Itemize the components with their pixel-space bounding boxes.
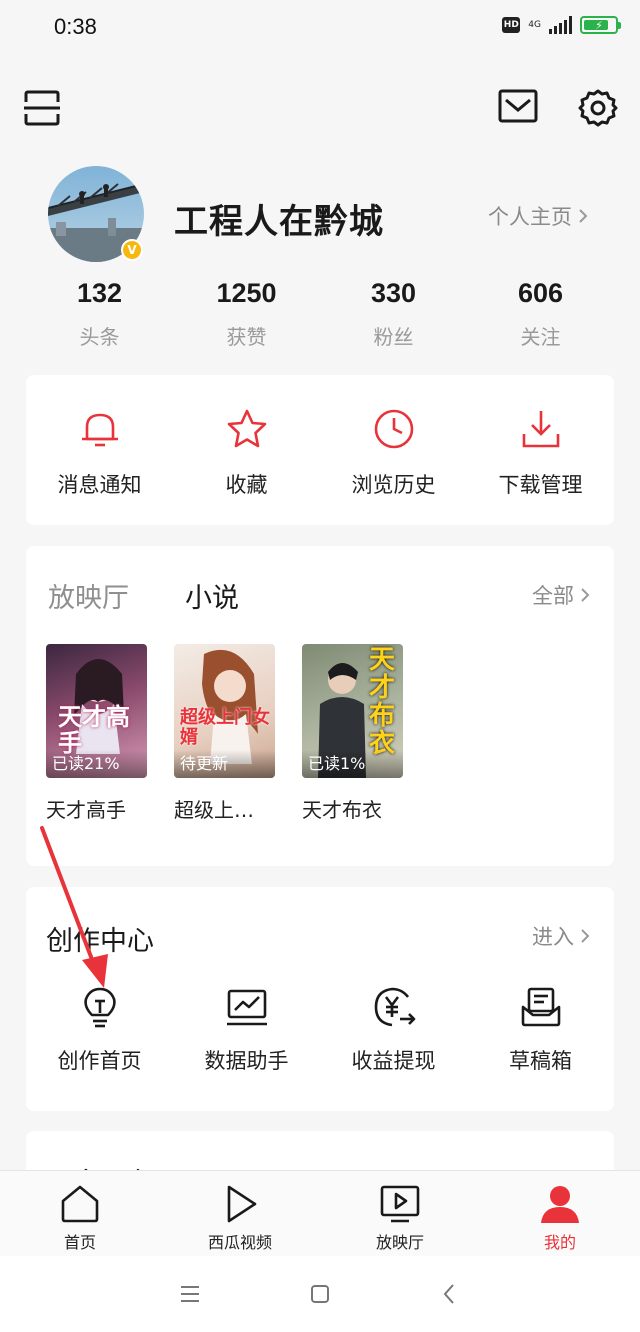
quick-action-label: 收藏 [225,473,268,497]
stat-fans[interactable]: 330 粉丝 [320,278,467,350]
system-nav-bar [0,1256,640,1332]
book-cover: 超级上门女婿 待更新 [174,644,275,778]
back-icon[interactable] [437,1281,463,1307]
reading-progress: 待更新 [174,750,275,778]
tab-theater[interactable]: 放映厅 [320,1171,480,1256]
book-title: 天才布衣 [302,798,382,822]
book-list: 天才高手 已读21% 天才高手 超级上门女婿 待更新 超级上… 天才布衣 已读1… [46,644,403,823]
homepage-link[interactable]: 个人主页 [488,201,588,231]
network-type: 4G [528,19,541,30]
quick-action-label: 浏览历史 [351,473,436,497]
creation-label: 收益提现 [351,1049,436,1073]
tv-play-icon [380,1185,420,1223]
book-title: 天才高手 [46,798,126,822]
book-title: 超级上… [174,798,254,822]
all-link[interactable]: 全部 [532,580,590,610]
cover-text: 天才布衣 [369,645,396,759]
cover-text: 天才高手 [58,703,130,757]
creation-center-card: 创作中心 进入 创作首页 数据助手 收益提现 草稿箱 [26,887,614,1111]
mail-icon[interactable] [498,88,538,124]
chevron-right-icon [579,209,588,223]
tab-label: 西瓜视频 [207,1233,272,1252]
signal-icon [549,16,572,34]
hd-badge: HD [502,17,521,33]
reading-progress: 已读21% [46,750,147,778]
stat-following[interactable]: 606 关注 [467,278,614,350]
creation-data-assistant[interactable]: 数据助手 [173,985,320,1075]
person-icon [541,1186,579,1223]
book-cover: 天才高手 已读21% [46,644,147,778]
stat-label: 粉丝 [373,325,414,349]
enter-link-label: 进入 [532,925,574,949]
gear-icon[interactable] [578,88,618,128]
scan-icon[interactable] [24,90,60,126]
draft-box-icon [521,987,560,1027]
stat-label: 关注 [520,325,561,349]
stat-value: 330 [370,278,417,308]
star-icon [227,409,266,448]
download-icon [522,411,559,448]
stat-label: 获赞 [226,325,267,349]
book-cover: 天才布衣 已读1% [302,644,403,778]
quick-action-notifications[interactable]: 消息通知 [26,407,173,499]
lightbulb-icon [83,987,116,1028]
tab-label: 首页 [63,1233,96,1252]
quick-action-history[interactable]: 浏览历史 [320,407,467,499]
stat-value: 132 [76,278,123,308]
menu-icon[interactable] [177,1281,203,1307]
stat-label: 头条 [79,325,120,349]
tab-theater[interactable]: 放映厅 [48,576,129,615]
clock-icon [374,409,413,449]
profile-stats: 132 头条 1250 获赞 330 粉丝 606 关注 [26,278,614,350]
stat-likes[interactable]: 1250 获赞 [173,278,320,350]
creation-label: 草稿箱 [509,1049,572,1073]
homepage-link-label: 个人主页 [488,205,572,229]
chevron-right-icon [581,588,590,602]
stat-posts[interactable]: 132 头条 [26,278,173,350]
book-item[interactable]: 天才布衣 已读1% 天才布衣 [302,644,403,823]
bell-icon [81,413,118,447]
tab-home[interactable]: 首页 [0,1171,160,1256]
battery-icon: ⚡ [580,16,621,34]
yuan-withdraw-icon [374,987,415,1027]
media-card: 放映厅 小说 全部 天才高手 已读21% 天才高手 超级上门女婿 待更新 超级上… [26,546,614,866]
creation-drafts[interactable]: 草稿箱 [467,985,614,1075]
creation-label: 数据助手 [204,1049,289,1073]
quick-actions-card: 消息通知 收藏 浏览历史 下载管理 [26,375,614,525]
tab-xigua-video[interactable]: 西瓜视频 [160,1171,320,1256]
play-icon [227,1185,257,1223]
home-icon [61,1185,99,1223]
chart-monitor-icon [226,989,267,1026]
status-bar: 0:38 HD 4G ⚡ [0,0,640,56]
tab-mine[interactable]: 我的 [480,1171,640,1256]
username[interactable]: 工程人在黔城 [174,194,384,243]
quick-action-downloads[interactable]: 下载管理 [467,407,614,499]
bottom-tab-bar: 首页 西瓜视频 放映厅 我的 [0,1170,640,1256]
quick-action-label: 下载管理 [498,473,583,497]
verified-badge: V [121,239,143,261]
stat-value: 606 [517,278,564,308]
book-item[interactable]: 超级上门女婿 待更新 超级上… [174,644,275,823]
home-square-icon[interactable] [307,1281,333,1307]
reading-progress: 已读1% [302,750,403,778]
tab-label: 放映厅 [375,1233,424,1252]
tab-label: 我的 [543,1233,576,1252]
all-link-label: 全部 [532,584,574,608]
quick-action-favorites[interactable]: 收藏 [173,407,320,499]
media-tabs: 放映厅 小说 [48,576,239,615]
enter-link[interactable]: 进入 [532,921,590,951]
tab-novels[interactable]: 小说 [185,576,239,615]
chevron-right-icon [581,929,590,943]
status-time: 0:38 [54,14,97,39]
creation-earnings[interactable]: 收益提现 [320,985,467,1075]
cover-text: 超级上门女婿 [180,707,270,748]
book-item[interactable]: 天才高手 已读21% 天才高手 [46,644,147,823]
creation-center-title: 创作中心 [46,926,154,957]
creation-home[interactable]: 创作首页 [26,985,173,1075]
quick-action-label: 消息通知 [57,473,142,497]
stat-value: 1250 [216,278,277,308]
creation-label: 创作首页 [57,1049,142,1073]
status-icons: HD 4G ⚡ [502,16,621,34]
